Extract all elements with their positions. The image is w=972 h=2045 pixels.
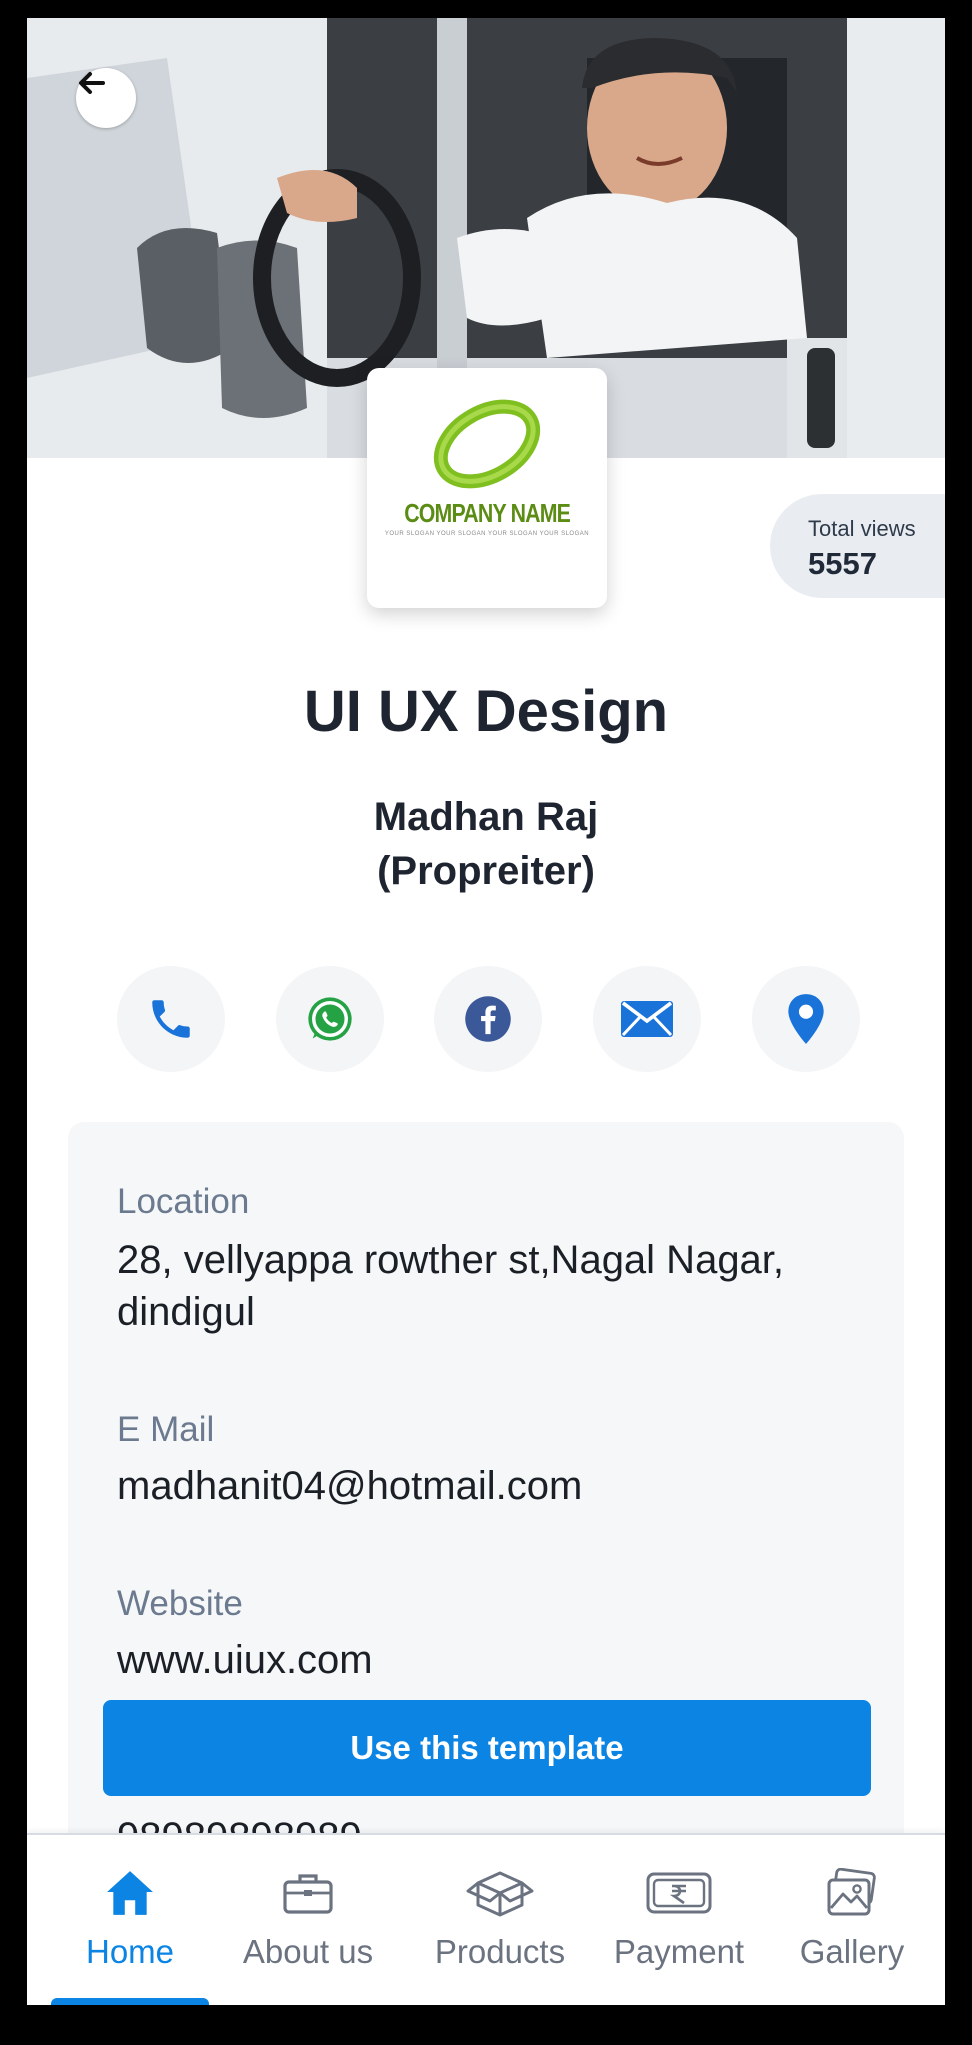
business-title: UI UX Design (303, 679, 669, 744)
nav-label-products: Products (434, 1933, 566, 1970)
whatsapp-button[interactable] (276, 966, 384, 1072)
website-label: Website (117, 1584, 243, 1623)
logo-tagline: YOUR SLOGAN YOUR SLOGAN YOUR SLOGAN YOUR… (384, 531, 590, 537)
contact-actions (27, 966, 945, 1072)
app-screen: COMPANY NAME YOUR SLOGAN YOUR SLOGAN YOU… (27, 18, 945, 2005)
nav-label-payment: Payment (613, 1933, 745, 1970)
views-count: 5557 (808, 546, 877, 581)
arrow-left-icon (79, 72, 105, 94)
owner-role: (Propreiter) (377, 849, 595, 893)
email-button[interactable] (593, 966, 701, 1072)
rupee-note-icon (646, 1872, 712, 1914)
email-value[interactable]: madhanit04@hotmail.com (117, 1460, 877, 1512)
use-template-button[interactable]: Use this template (103, 1700, 871, 1796)
website-value[interactable]: www.uiux.com (117, 1634, 877, 1686)
email-label: E Mail (117, 1410, 215, 1449)
gallery-icon (827, 1868, 876, 1916)
logo-company-name: COMPANY NAME (404, 498, 571, 528)
nav-item-gallery[interactable]: Gallery (782, 1835, 922, 2005)
location-pin-icon (788, 994, 824, 1044)
phone-icon (152, 1000, 190, 1038)
briefcase-icon (283, 1874, 333, 1914)
nav-item-products[interactable]: Products (412, 1835, 588, 2005)
owner-name: Madhan Raj (373, 795, 599, 839)
box-icon (466, 1871, 534, 1917)
owner-block: Madhan Raj (Propreiter) (27, 790, 945, 898)
home-icon (107, 1871, 153, 1915)
nav-label-home: Home (85, 1933, 175, 1970)
facebook-icon (465, 996, 511, 1042)
nav-item-payment[interactable]: Payment (599, 1835, 759, 2005)
active-tab-indicator (51, 1998, 209, 2005)
mail-icon (621, 1001, 673, 1037)
nav-label-about-us: About us (242, 1933, 374, 1970)
nav-item-about-us[interactable]: About us (223, 1835, 393, 2005)
whatsapp-icon (308, 997, 352, 1041)
company-logo: COMPANY NAME YOUR SLOGAN YOUR SLOGAN YOU… (367, 368, 607, 608)
location-label: Location (117, 1182, 250, 1221)
nav-label-gallery: Gallery (799, 1933, 905, 1970)
location-value: 28, vellyappa rowther st,Nagal Nagar, di… (117, 1238, 785, 1334)
total-views-badge: Total views 5557 (770, 494, 945, 598)
views-label: Total views (808, 516, 916, 541)
facebook-button[interactable] (434, 966, 542, 1072)
bottom-navigation: Home About us Products Payment Gallery (27, 1833, 945, 2005)
location-button[interactable] (752, 966, 860, 1072)
back-button[interactable] (76, 68, 136, 128)
nav-item-home[interactable]: Home (64, 1835, 196, 2005)
call-button[interactable] (117, 966, 225, 1072)
logo-swoosh-icon (433, 399, 541, 489)
